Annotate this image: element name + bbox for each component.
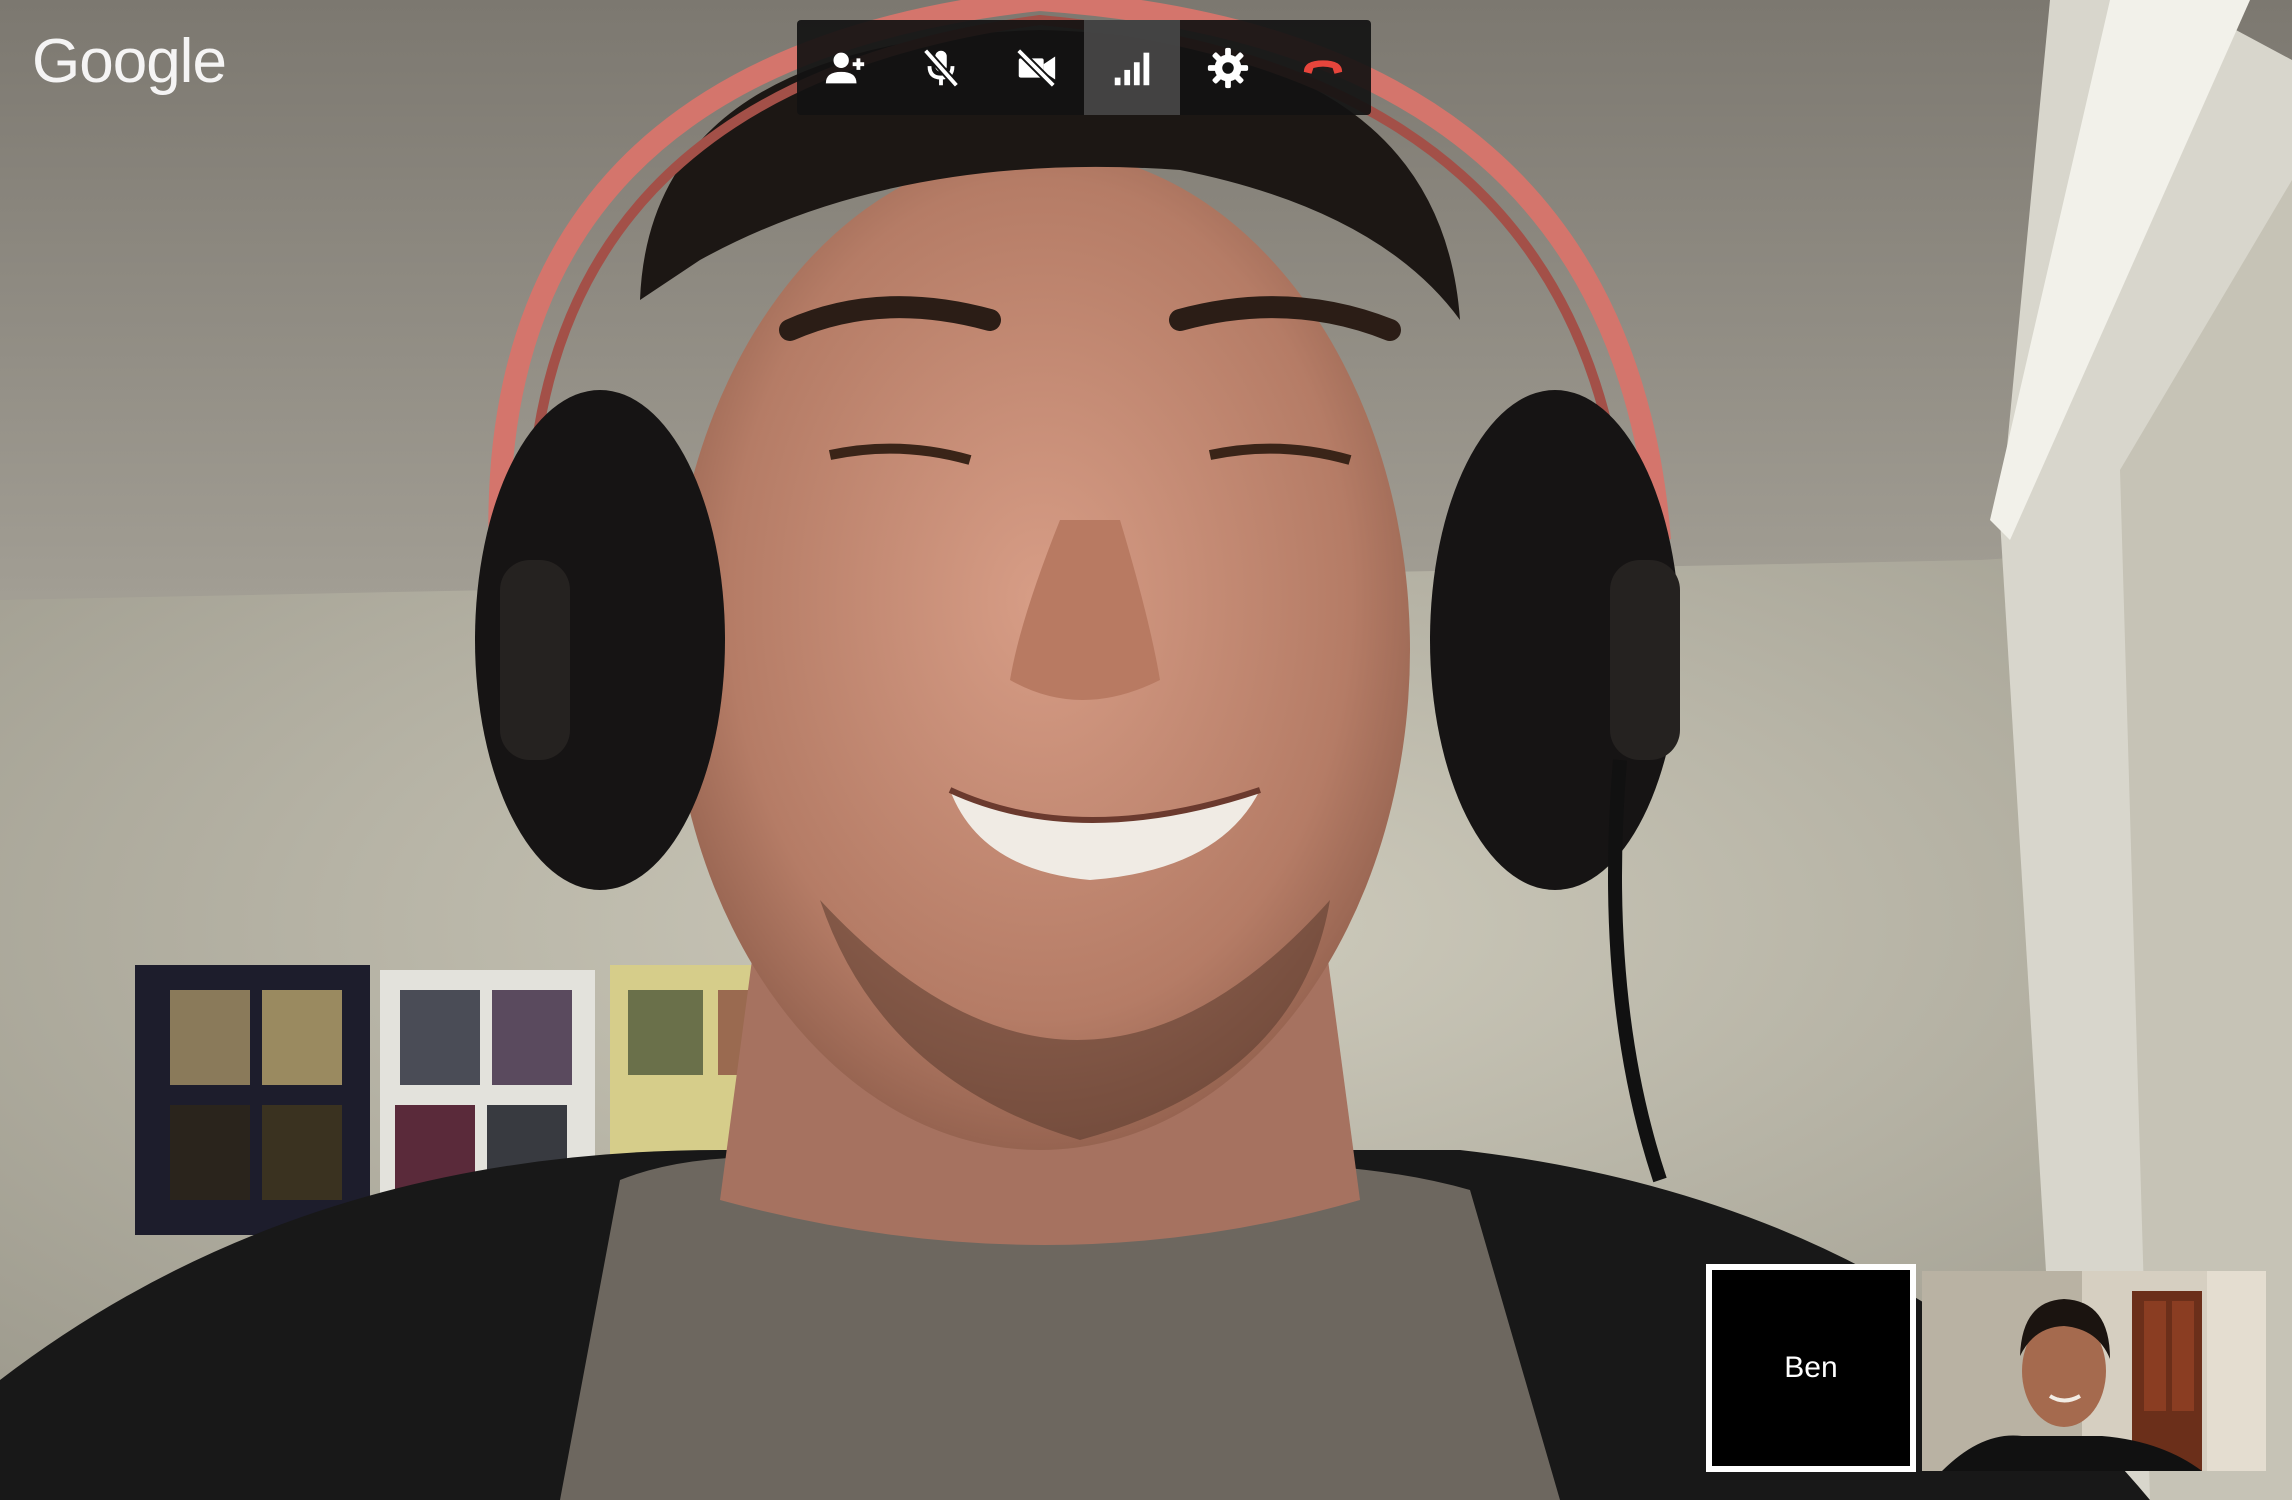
- signal-bars-icon: [1114, 52, 1150, 85]
- call-toolbar: [797, 20, 1371, 115]
- settings-button[interactable]: [1180, 20, 1276, 115]
- add-person-button[interactable]: [797, 20, 893, 115]
- bandwidth-button[interactable]: [1084, 20, 1180, 115]
- person-add-icon: [825, 52, 864, 83]
- camera-off-button[interactable]: [988, 20, 1084, 115]
- google-logo: Google: [32, 27, 227, 96]
- participant-thumbnail-ben[interactable]: Ben: [1706, 1264, 1916, 1472]
- hang-up-icon: [1304, 59, 1343, 74]
- videocam-off-icon: [1016, 47, 1057, 88]
- participant-name-label: Ben: [1784, 1351, 1838, 1384]
- mic-off-icon: [922, 47, 959, 88]
- mute-mic-button[interactable]: [893, 20, 989, 115]
- self-video-preview: [1922, 1271, 2266, 1471]
- gear-icon: [1207, 47, 1248, 88]
- hang-up-button[interactable]: [1275, 20, 1371, 115]
- self-view-thumbnail[interactable]: [1922, 1271, 2266, 1471]
